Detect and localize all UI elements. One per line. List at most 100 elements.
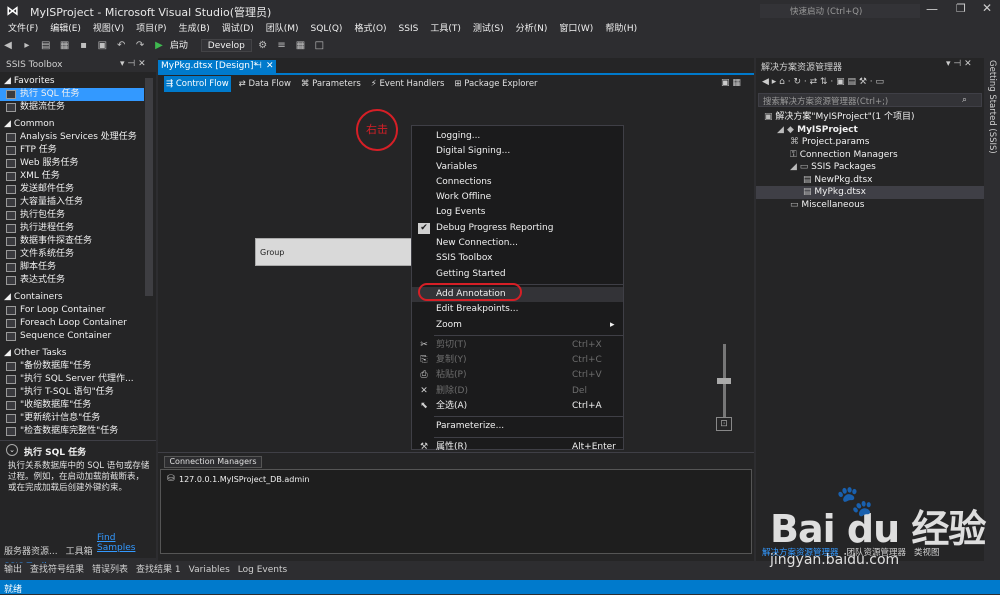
subtab-control-flow[interactable]: ⇶ Control Flow: [164, 76, 231, 92]
menu-item[interactable]: SQL(Q): [305, 22, 349, 37]
toolbox-group-header[interactable]: ◢ Containers: [0, 291, 144, 304]
toolbox-item[interactable]: 大容量插入任务: [0, 196, 144, 209]
size-icon[interactable]: □: [313, 40, 325, 52]
save-icon[interactable]: ▪: [78, 40, 90, 52]
open-icon[interactable]: ▦: [59, 40, 71, 52]
subtab-package-explorer[interactable]: ⊞ Package Explorer: [452, 76, 539, 92]
redo-icon[interactable]: ↷: [134, 40, 146, 52]
toolbox-item[interactable]: 发送邮件任务: [0, 183, 144, 196]
pin-icon[interactable]: ⊣: [254, 60, 262, 73]
toolbox-item[interactable]: 数据流任务: [0, 101, 144, 114]
subtab-event-handlers[interactable]: ⚡ Event Handlers: [369, 76, 447, 92]
forward-icon[interactable]: ▸: [21, 40, 33, 52]
solution-tree-item[interactable]: ▤ NewPkg.dtsx: [756, 174, 984, 187]
subtab-parameters[interactable]: ⌘ Parameters: [299, 76, 363, 92]
output-tab[interactable]: 查找符号结果: [26, 563, 88, 578]
output-tab[interactable]: Variables: [185, 563, 234, 578]
solution-toolbar[interactable]: ◀ ▸ ⌂ · ↻ · ⇄ ⇅ · ▣ ▤ ⚒ · ▭: [762, 77, 884, 87]
connection-item[interactable]: 127.0.0.1.MyISProject_DB.admin: [179, 475, 309, 484]
menu-item[interactable]: 分析(N): [510, 22, 554, 37]
toolbox-item[interactable]: For Loop Container: [0, 304, 144, 317]
search-icon[interactable]: ⌕: [962, 95, 967, 105]
context-menu-item[interactable]: Parameterize...: [412, 419, 623, 434]
toolbox-item[interactable]: 文件系统任务: [0, 248, 144, 261]
solution-tree-item[interactable]: ▭ Miscellaneous: [756, 199, 984, 212]
toolbox-item[interactable]: "检查数据库完整性"任务: [0, 425, 144, 438]
toolbox-item[interactable]: "执行 T-SQL 语句"任务: [0, 386, 144, 399]
minimize-icon[interactable]: —: [926, 2, 938, 16]
toolbox-group-header[interactable]: ◢ Common: [0, 118, 144, 131]
menu-item[interactable]: 视图(V): [87, 22, 130, 37]
solution-tree-item[interactable]: ⚿ Connection Managers: [756, 149, 984, 162]
connection-managers-tab[interactable]: Connection Managers: [164, 456, 262, 468]
solution-tree-item[interactable]: ◢ ◆ MyISProject: [756, 124, 984, 137]
menu-item[interactable]: 项目(P): [130, 22, 172, 37]
toolbox-item[interactable]: 数据事件探查任务: [0, 235, 144, 248]
subtab-data-flow[interactable]: ⇄ Data Flow: [237, 76, 293, 92]
menu-item[interactable]: 调试(D): [216, 22, 260, 37]
toolbox-scrollbar[interactable]: [145, 78, 153, 296]
getting-started-tab[interactable]: Getting Started (SSIS): [986, 60, 998, 230]
toolbox-item[interactable]: 脚本任务: [0, 261, 144, 274]
menu-item[interactable]: 团队(M): [260, 22, 305, 37]
toolbox-item[interactable]: Web 服务任务: [0, 157, 144, 170]
context-menu-item[interactable]: Getting Started: [412, 267, 623, 282]
close-icon[interactable]: ✕: [982, 1, 992, 15]
context-menu-item[interactable]: Log Events: [412, 205, 623, 220]
toolbox-item[interactable]: FTP 任务: [0, 144, 144, 157]
toolbox-item[interactable]: 执行进程任务: [0, 222, 144, 235]
toolbox-item[interactable]: "执行 SQL Server 代理作...: [0, 373, 144, 386]
menu-item[interactable]: 测试(S): [467, 22, 510, 37]
zoom-thumb[interactable]: [717, 378, 731, 384]
output-tab[interactable]: 错误列表: [88, 563, 132, 578]
solution-tree-item[interactable]: ▣ 解决方案"MyISProject"(1 个项目): [756, 111, 984, 124]
context-menu-item[interactable]: Variables: [412, 160, 623, 175]
context-menu-item[interactable]: Zoom ▸: [412, 318, 623, 333]
quick-launch-input[interactable]: 快速启动 (Ctrl+Q): [760, 4, 920, 18]
expand-icon[interactable]: ◢: [4, 76, 11, 86]
zoom-fit-icon[interactable]: ⊡: [716, 417, 732, 431]
output-tab[interactable]: 输出: [0, 563, 26, 578]
grid-icon[interactable]: ▦: [294, 40, 306, 52]
context-menu-item[interactable]: Work Offline: [412, 190, 623, 205]
toolbox-tab[interactable]: 服务器资源...: [0, 545, 62, 560]
expand-icon[interactable]: ◢: [4, 292, 11, 302]
menu-item[interactable]: 编辑(E): [44, 22, 87, 37]
menu-item[interactable]: 帮助(H): [599, 22, 643, 37]
save-all-icon[interactable]: ▣: [96, 40, 108, 52]
toolbox-group-header[interactable]: ◢ Favorites: [0, 75, 144, 88]
output-tab[interactable]: 查找结果 1: [132, 563, 185, 578]
context-menu-item[interactable]: ✔ Debug Progress Reporting: [412, 221, 623, 236]
toolbox-item[interactable]: XML 任务: [0, 170, 144, 183]
solution-tree-item[interactable]: ▤ MyPkg.dtsx: [756, 186, 984, 199]
expand-icon[interactable]: ◢: [4, 348, 11, 358]
context-menu-item[interactable]: SSIS Toolbox: [412, 251, 623, 266]
context-menu-item[interactable]: Logging...: [412, 129, 623, 144]
toolbox-item[interactable]: "更新统计信息"任务: [0, 412, 144, 425]
toolbox-tab[interactable]: 工具箱: [62, 545, 97, 560]
tab-mypkg[interactable]: MyPkg.dtsx [Design]* ⊣ ✕: [158, 60, 276, 73]
config-select[interactable]: Develop: [200, 39, 252, 52]
align-icon[interactable]: ≡: [276, 40, 288, 52]
menu-item[interactable]: 文件(F): [2, 22, 44, 37]
toolbox-item[interactable]: "收缩数据库"任务: [0, 399, 144, 412]
group-box[interactable]: Group: [255, 238, 415, 266]
maximize-icon[interactable]: ❐: [956, 2, 966, 15]
menu-item[interactable]: 生成(B): [173, 22, 216, 37]
menu-item[interactable]: 工具(T): [424, 22, 467, 37]
context-menu-item[interactable]: Digital Signing...: [412, 144, 623, 159]
toolbox-item[interactable]: Sequence Container: [0, 330, 144, 343]
back-icon[interactable]: ◀: [2, 40, 14, 52]
solution-pin-icon[interactable]: ▾ ⊣ ✕: [946, 59, 972, 69]
solution-tree-item[interactable]: ◢ ▭ SSIS Packages: [756, 161, 984, 174]
pin-icon[interactable]: ▾ ⊣ ✕: [120, 59, 146, 69]
collapse-icon[interactable]: ⌄: [6, 444, 18, 456]
expand-icon[interactable]: ◢: [4, 119, 11, 129]
menu-item[interactable]: 格式(O): [348, 22, 392, 37]
toolbox-group-header[interactable]: ◢ Other Tasks: [0, 347, 144, 360]
toolbox-item[interactable]: 执行包任务: [0, 209, 144, 222]
output-tab[interactable]: Log Events: [234, 563, 291, 578]
close-tab-icon[interactable]: ✕: [266, 60, 274, 73]
menu-item[interactable]: 窗口(W): [553, 22, 599, 37]
toolbox-item[interactable]: "备份数据库"任务: [0, 360, 144, 373]
